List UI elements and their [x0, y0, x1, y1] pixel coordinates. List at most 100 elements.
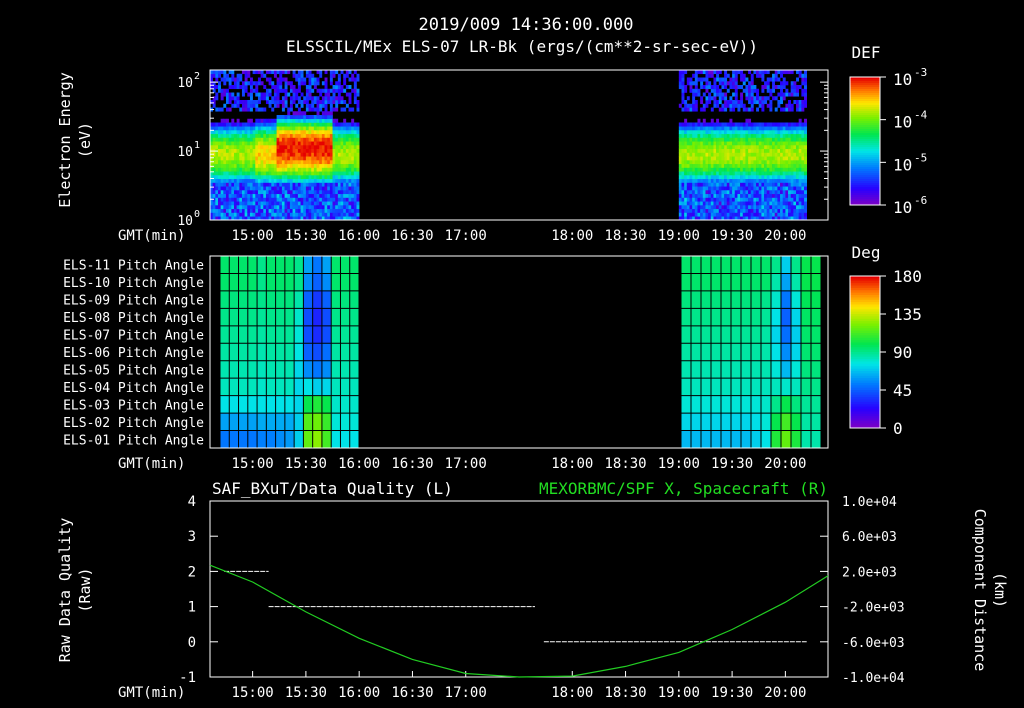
spectrogram-cell — [231, 77, 235, 82]
spectrogram-cell — [252, 186, 256, 191]
spectrogram-cell — [745, 186, 749, 191]
spectrogram-cell — [319, 152, 323, 157]
spectrogram-cell — [273, 201, 277, 206]
spectrogram-cell — [215, 77, 219, 82]
spectrogram-cell — [260, 130, 264, 135]
spectrogram-cell — [300, 190, 304, 195]
spectrogram-cell — [263, 167, 267, 172]
spectrogram-cell — [220, 163, 224, 168]
spectrogram-cell — [257, 193, 261, 198]
spectrogram-cell — [758, 167, 762, 172]
spectrogram-cell — [271, 145, 275, 150]
spectrogram-cell — [220, 193, 224, 198]
spectrogram-cell — [241, 133, 245, 138]
spectrogram-cell — [351, 118, 355, 123]
spectrogram-cell — [689, 156, 693, 161]
spectrogram-cell — [343, 148, 347, 153]
spectrogram-cell — [804, 141, 807, 146]
spectrogram-cell — [220, 160, 224, 165]
spectrogram-cell — [353, 208, 357, 213]
spectrogram-cell — [236, 103, 240, 108]
spectrogram-cell — [252, 141, 256, 146]
spectrogram-cell — [305, 137, 309, 142]
spectrogram-cell — [332, 96, 336, 101]
spectrogram-cell — [697, 133, 701, 138]
spectrogram-cell — [766, 193, 770, 198]
spectrogram-cell — [340, 148, 344, 153]
spectrogram-cell — [777, 100, 781, 105]
spectrogram-cell — [233, 212, 237, 217]
spectrogram-cell — [292, 100, 296, 105]
spectrogram-cell — [788, 171, 792, 176]
spectrogram-cell — [774, 156, 778, 161]
spectrogram-cell — [748, 160, 752, 165]
spectrogram-cell — [678, 182, 682, 187]
spectrogram-cell — [724, 186, 728, 191]
spectrogram-cell — [244, 122, 248, 127]
spectrogram-cell — [753, 163, 757, 168]
spectrogram-cell — [721, 152, 725, 157]
spectrogram-cell — [684, 137, 688, 142]
spectrogram-cell — [303, 118, 307, 123]
spectrogram-cell — [345, 130, 349, 135]
spectrogram-cell — [255, 197, 259, 202]
spectrogram-cell — [279, 190, 283, 195]
spectrogram-cell — [710, 201, 714, 206]
spectrogram-cell — [332, 141, 336, 146]
spectrogram-cell — [705, 171, 709, 176]
spectrogram-cell — [796, 103, 799, 108]
pitch-cell — [340, 325, 351, 344]
spectrogram-cell — [718, 126, 722, 131]
spectrogram-cell — [785, 205, 789, 210]
spectrogram-cell — [295, 88, 299, 93]
pitch-cell — [691, 430, 702, 449]
spectrogram-cell — [324, 81, 328, 86]
spectrogram-cell — [228, 182, 232, 187]
spectrogram-cell — [766, 160, 770, 165]
spectrogram-cell — [705, 145, 709, 150]
spectrogram-cell — [215, 126, 219, 131]
spectrogram-cell — [750, 96, 754, 101]
spectrogram-cell — [324, 163, 328, 168]
spectrogram-cell — [780, 85, 784, 90]
spectrogram-cell — [790, 133, 794, 138]
spectrogram-cell — [263, 190, 267, 195]
spectrogram-cell — [321, 115, 325, 120]
spectrogram-cell — [303, 178, 307, 183]
spectrogram-cell — [297, 137, 301, 142]
spectrogram-cell — [231, 186, 235, 191]
spectrogram-cell — [311, 145, 315, 150]
spectrogram-cell — [769, 137, 773, 142]
pitch-cell — [284, 325, 295, 344]
spectrogram-cell — [774, 201, 778, 206]
spectrogram-cell — [753, 156, 757, 161]
spectrogram-cell — [758, 141, 762, 146]
spectrogram-cell — [303, 156, 307, 161]
spectrogram-cell — [335, 163, 339, 168]
spectrogram-cell — [345, 163, 349, 168]
spectrogram-cell — [764, 208, 768, 213]
spectrogram-cell — [684, 103, 688, 108]
spectrogram-cell — [217, 175, 221, 180]
pitch-cell — [294, 413, 304, 431]
spectrogram-cell — [329, 73, 333, 78]
spectrogram-cell — [721, 137, 725, 142]
spectrogram-cell — [271, 85, 275, 90]
spectrogram-cell — [239, 190, 243, 195]
spectrogram-cell — [247, 133, 251, 138]
spectrogram-cell — [724, 197, 728, 202]
pitch-cell — [312, 273, 323, 292]
spectrogram-cell — [713, 197, 717, 202]
spectrogram-cell — [271, 167, 275, 172]
spectrogram-cell — [220, 70, 224, 75]
spectrogram-cell — [758, 205, 762, 210]
spectrogram-cell — [265, 137, 269, 142]
spectrogram-cell — [734, 88, 738, 93]
spectrogram-cell — [742, 186, 746, 191]
spectrogram-cell — [351, 73, 355, 78]
deg-colorbar: Deg 18013590450 — [849, 243, 922, 438]
spectrogram-cell — [225, 205, 229, 210]
spectrogram-cell — [220, 137, 224, 142]
spectrogram-cell — [244, 197, 248, 202]
spectrogram-cell — [303, 81, 307, 86]
